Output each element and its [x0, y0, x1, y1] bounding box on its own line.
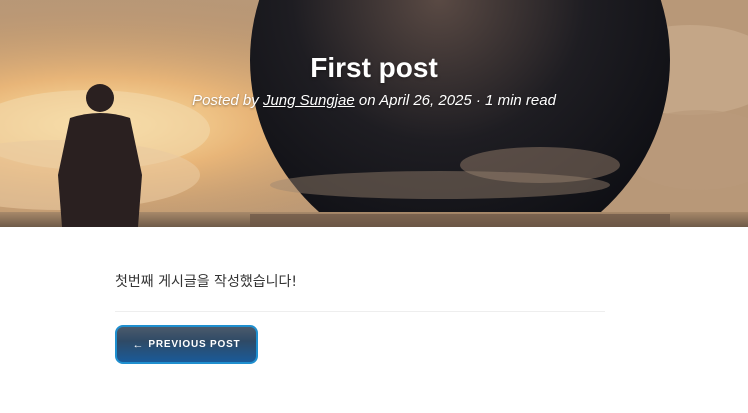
content-divider — [115, 311, 605, 312]
post-body-text: 첫번째 게시글을 작성했습니다! — [115, 274, 297, 290]
left-arrow-icon: ← — [132, 338, 145, 351]
author-link[interactable]: Jung Sungjae — [263, 92, 355, 109]
post-heading: First post Posted by Jung Sungjae on Apr… — [0, 0, 748, 111]
previous-post-button[interactable]: ← PREVIOUS POST — [115, 325, 258, 364]
post-title: First post — [310, 52, 438, 83]
post-content: 첫번째 게시글을 작성했습니다! ← PREVIOUS POST — [115, 272, 605, 364]
previous-post-label: PREVIOUS POST — [148, 339, 241, 350]
post-date-text: on April 26, 2025 · 1 min read — [354, 92, 556, 109]
posted-by-text: Posted by — [192, 92, 263, 109]
post-meta: Posted by Jung Sungjae on April 26, 2025… — [0, 91, 748, 111]
post-header: First post Posted by Jung Sungjae on Apr… — [0, 0, 748, 227]
